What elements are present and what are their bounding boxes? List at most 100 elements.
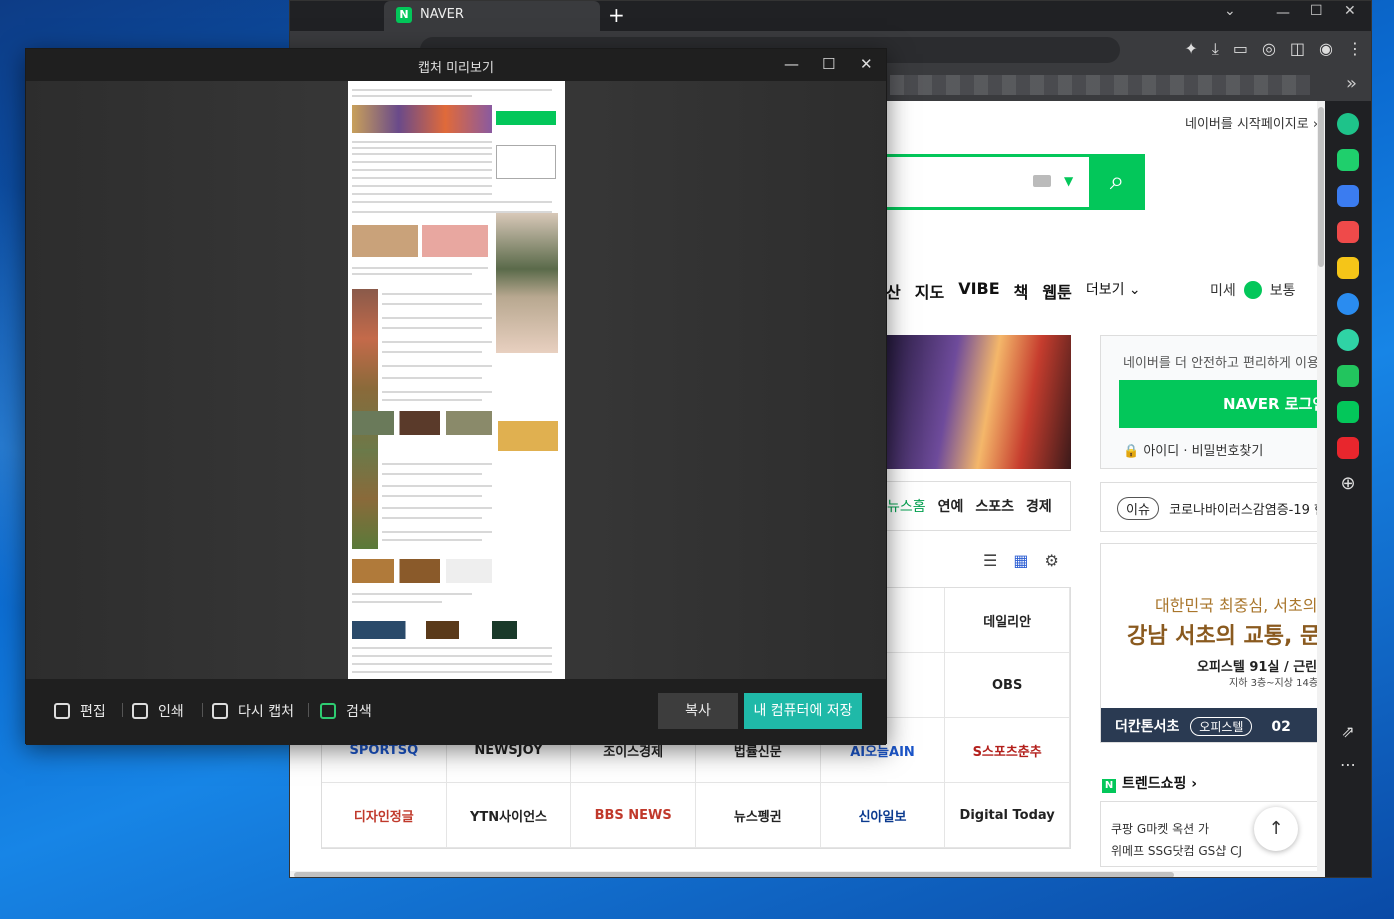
add-app-icon[interactable]: ⊕ <box>1340 473 1355 494</box>
game-banner-image[interactable] <box>886 335 1071 469</box>
press-cell[interactable]: YTN사이언스 <box>446 783 572 848</box>
press-cell[interactable]: Digital Today <box>945 783 1070 848</box>
print-button[interactable]: 인쇄 <box>132 701 184 721</box>
press-cell[interactable]: BBS NEWS <box>571 783 696 848</box>
minimize-icon[interactable]: — <box>1276 5 1290 21</box>
press-cell[interactable]: OBS <box>945 653 1070 718</box>
tab-sports[interactable]: 스포츠 <box>975 496 1014 516</box>
thumb-text-line <box>382 317 492 319</box>
recapture-label: 다시 캡처 <box>238 704 294 720</box>
issue-banner[interactable]: 이슈 코로나바이러스감염증-19 현 <box>1100 482 1327 532</box>
service-nav: 산 지도 VIBE 책 웹툰 더보기 ⌄ <box>886 279 1141 303</box>
nav-more-button[interactable]: 더보기 ⌄ <box>1086 279 1141 303</box>
thumb-text-line <box>382 391 492 393</box>
tab-news-home[interactable]: 뉴스홈 <box>887 496 926 516</box>
close-icon[interactable]: ✕ <box>1344 3 1356 19</box>
press-cell[interactable]: S스포츠춘추 <box>945 718 1070 783</box>
tab-entertainment[interactable]: 연예 <box>938 496 964 516</box>
login-box: 네이버를 더 안전하고 편리하게 이용하 NAVER 로그인 🔒 아이디 · 비… <box>1100 335 1327 469</box>
nav-item-vibe[interactable]: VIBE <box>958 279 999 303</box>
chevron-down-icon[interactable]: ⌄ <box>1224 3 1236 19</box>
thumb-text-line <box>352 201 552 203</box>
minimize-icon[interactable]: — <box>784 55 799 73</box>
open-external-icon[interactable]: ⇗ <box>1341 722 1354 741</box>
search-button[interactable]: ⌕ <box>1089 154 1145 210</box>
press-cell[interactable]: 신아일보 <box>820 783 946 848</box>
account-links[interactable]: 🔒 아이디 · 비밀번호찾기 <box>1123 440 1263 459</box>
thumb-food-1 <box>352 225 418 257</box>
maximize-icon[interactable]: ☐ <box>822 55 835 73</box>
capture-icon[interactable]: ◎ <box>1262 39 1276 59</box>
press-cell[interactable]: 데일리안 <box>945 588 1070 653</box>
list-view-icon[interactable]: ☰ <box>983 551 997 570</box>
download-icon[interactable]: ⤓ <box>1212 39 1219 59</box>
recapture-button[interactable]: 다시 캡처 <box>212 701 294 721</box>
nav-item-book[interactable]: 책 <box>1014 279 1029 303</box>
capture-titlebar: 캡처 미리보기 — ☐ ✕ <box>26 49 886 81</box>
weather-widget[interactable]: 미세 보통 <box>1210 280 1296 300</box>
issue-tag: 이슈 <box>1117 497 1159 520</box>
printer-icon <box>132 703 148 719</box>
thumb-text-line <box>382 377 482 379</box>
ad-banner[interactable]: 대한민국 최중심, 서초의 품 강남 서초의 교통, 문화 오피스텔 91실 /… <box>1100 543 1327 743</box>
thumb-text-line <box>352 89 552 91</box>
extensions-icon[interactable]: ✦ <box>1184 39 1197 59</box>
edit-button[interactable]: 편집 <box>54 701 106 721</box>
nav-item[interactable]: 산 <box>886 279 901 303</box>
settings-gear-icon[interactable]: ⚙ <box>1044 551 1058 570</box>
air-quality-face-icon <box>1243 281 1262 299</box>
keyboard-icon[interactable] <box>1033 175 1051 187</box>
press-cell[interactable]: 디자인정글 <box>322 783 447 848</box>
webtoon-icon[interactable] <box>1337 365 1359 387</box>
sidebar-toggle-icon[interactable]: ◫ <box>1290 39 1305 59</box>
thumb-text-line <box>352 663 552 665</box>
press-cell[interactable]: 뉴스펭귄 <box>695 783 821 848</box>
scroll-to-top-button[interactable]: ↑ <box>1254 807 1298 851</box>
image-search-button[interactable]: 검색 <box>320 701 372 721</box>
notification-icon[interactable] <box>1337 149 1359 171</box>
capture-toolbar: 편집 인쇄 다시 캡처 검색 복사 내 컴퓨터에 저장 <box>26 679 886 745</box>
thumb-text-line <box>352 647 552 649</box>
bookmarks-more-button[interactable]: » <box>1346 73 1357 94</box>
horizontal-scrollbar[interactable] <box>290 871 1327 877</box>
new-tab-button[interactable]: + <box>608 3 625 27</box>
player-icon[interactable] <box>1337 329 1359 351</box>
thumb-text-line <box>352 211 552 213</box>
media-icon[interactable]: ▭ <box>1233 39 1248 59</box>
sidebar-more-icon[interactable]: ⋯ <box>1340 755 1356 774</box>
thumb-text-line <box>352 273 472 275</box>
save-to-computer-button[interactable]: 내 컴퓨터에 저장 <box>744 693 862 729</box>
line-icon[interactable] <box>1337 401 1359 423</box>
maximize-icon[interactable]: ☐ <box>1310 3 1323 19</box>
menu-icon[interactable]: ⋮ <box>1347 39 1363 59</box>
tab-economy[interactable]: 경제 <box>1026 496 1052 516</box>
captured-page-thumbnail[interactable] <box>348 81 565 679</box>
now-icon[interactable] <box>1337 437 1359 459</box>
login-button[interactable]: NAVER 로그인 <box>1119 380 1327 428</box>
vertical-scrollbar[interactable] <box>1317 101 1325 877</box>
login-message: 네이버를 더 안전하고 편리하게 이용하 <box>1123 356 1327 371</box>
profile-icon[interactable]: ◉ <box>1319 39 1333 59</box>
thumb-shopping <box>496 213 558 353</box>
shop-row[interactable]: 위메프 SSG닷컴 GS샵 CJ <box>1111 840 1327 862</box>
nav-item-webtoon[interactable]: 웹툰 <box>1042 279 1071 303</box>
trend-shopping-title[interactable]: N 트렌드쇼핑 › <box>1102 773 1197 793</box>
favorites-icon[interactable] <box>1337 257 1359 279</box>
grid-view-icon[interactable]: ▦ <box>1013 551 1028 570</box>
thumb-text-line <box>382 293 492 295</box>
thumb-ad <box>496 145 556 179</box>
set-startpage-link[interactable]: 네이버를 시작페이지로 › <box>1185 113 1318 132</box>
thumb-text-line <box>382 517 482 519</box>
copy-button[interactable]: 복사 <box>658 693 738 729</box>
thumb-text-line <box>352 147 492 149</box>
tab-naver[interactable]: N NAVER <box>384 1 600 31</box>
wallet-icon[interactable] <box>1337 185 1359 207</box>
nav-item-map[interactable]: 지도 <box>915 279 944 303</box>
edge-icon[interactable] <box>1337 293 1359 315</box>
thumb-text-line <box>352 601 442 603</box>
pocket-icon[interactable] <box>1337 221 1359 243</box>
sidebar-app-icon[interactable] <box>1337 113 1359 135</box>
ad-line2: 강남 서초의 교통, 문화 <box>1127 624 1327 649</box>
close-icon[interactable]: ✕ <box>860 55 873 73</box>
autocomplete-toggle-icon[interactable]: ▼ <box>1064 174 1073 188</box>
